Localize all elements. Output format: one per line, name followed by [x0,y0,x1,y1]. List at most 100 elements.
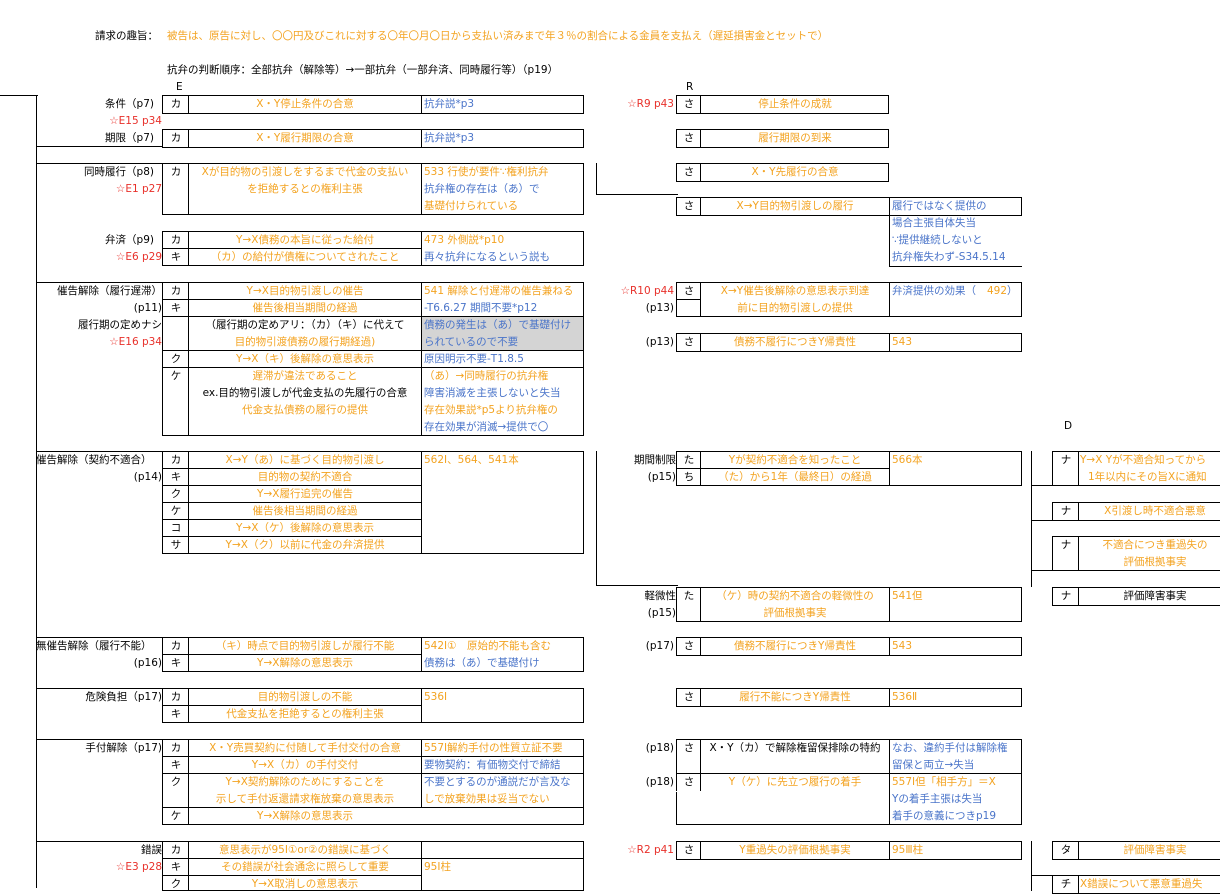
cell-s5-f1: Y→X目的物引渡しの催告 [246,285,364,297]
cell-s5-name: 催告解除（履行遅滞） [57,285,162,297]
cell-s1-rk: さ [683,98,695,110]
cell-s9-k1: カ [170,742,182,754]
cell-s1-ref: ☆E15 p34 [109,115,162,127]
cell-s7-n1: 542Ⅰ① 原始的不能も含む [424,640,552,652]
judgment-order-text: 抗弁の判断順序：全部抗弁（解除等）→一部抗弁（一部弁済、同時履行等）（p19） [167,64,559,76]
cell-s6-rname: 期間制限 [634,454,676,466]
cell-s5-k2: キ [170,302,182,314]
cell-s10-rn: 95Ⅲ柱 [892,844,924,856]
cell-s9-k2: キ [170,759,182,771]
cell-s6-rf1: Yが契約不適合を知ったこと [728,454,862,466]
cell-s6-dk1: ナ [1060,454,1072,466]
cell-s1-rf: 停止条件の成就 [758,98,832,110]
cell-s6-f2: 目的物の契約不適合 [257,471,353,483]
cell-s9-rn3: 557Ⅰ但「相手方」＝X [892,776,996,788]
cell-s6-n1: 562Ⅰ、564、541本 [424,454,519,466]
cell-s7-f1: （キ）時点で目的物引渡しが履行不能 [215,640,395,652]
cell-s7-f2: Y→X解除の意思表示 [257,657,353,669]
cell-s3-n1b: 抗弁権の存在は（あ）で [424,183,540,195]
cell-s8-k2: キ [170,708,182,720]
cell-s10-k3: ク [170,878,182,890]
cell-s5-k5: ケ [170,370,182,382]
cell-s5-rk2: さ [683,336,695,348]
cell-s3-ref: ☆E1 p27 [115,183,162,195]
cell-s5-rf2: 前に目的物引渡しの提供 [737,302,853,314]
cell-s9-rf1: X・Y（カ）で解除権留保排除の特約 [709,742,881,754]
cell-s7-k2: キ [170,657,182,669]
cell-s10-df1: 評価障害事実 [1123,844,1187,856]
cell-s5-k4: ク [170,353,182,365]
cell-s5-n3: 債務の発生は（あ）で基礎付け [424,319,571,331]
cell-s9-f2: Y→X（カ）の手付交付 [251,759,359,771]
cell-s4-f2: （カ）の給付が債権についてされたこと [210,251,400,263]
cell-s6-f4: 催告後相当期間の経過 [252,505,358,517]
cell-s8-name: 危険負担（p17) [85,691,162,703]
cell-s6-df4: 評価障害事実 [1123,590,1187,602]
cell-s1-n1: 抗弁説*p3 [424,98,475,110]
cell-s9-f3b: 示して手付返還請求権放棄の意思表示 [215,793,395,805]
cell-s5-f5a: 遅滞が違法であること [252,370,358,382]
cell-s5-f2: 催告後相当期間の経過 [252,302,358,314]
cell-s6-rn2: 541但 [892,590,923,602]
cell-s6-dk3: ナ [1060,539,1072,551]
cell-s5-f4: Y→X（キ）後解除の意思表示 [236,353,374,365]
cell-s6-rname2: 軽微性 [644,590,677,602]
cell-s9-n3: 不要とするのが通説だが言及な [424,776,571,788]
cell-s5-n8: 存在効果説*p5より抗弁権の [424,404,558,416]
cell-s6-name: 催告解除（契約不適合） [36,454,152,466]
cell-s1-name: 条件（p7) [105,98,154,110]
cell-s10-k1: カ [170,844,182,856]
cell-s7-k1: カ [170,640,182,652]
cell-s7-n2: 債務は（あ）で基礎付け [424,657,540,669]
cell-s5-f5c: 代金支払債務の履行の提供 [242,404,368,416]
cell-s10-f1: 意思表示が95Ⅰ①or②の錯誤に基づく [218,844,392,856]
cell-s3-k1: カ [170,166,182,178]
cell-s4-n2: 再々抗弁になるという説も [424,251,550,263]
cell-s6-rp: (p15) [647,471,676,483]
cell-s6-df1b: 1年以内にその旨Xに通知 [1088,471,1207,483]
cell-s10-f3: Y→X取消しの意思表示 [251,878,359,890]
cell-s5-n5: 原因明示不要-T1.8.5 [424,353,524,365]
cell-s5-p: (p11) [133,302,162,314]
cell-s4-n1: 473 外側説*p10 [424,234,505,246]
cell-s6-k5: コ [170,522,182,534]
cell-s5-f5b: ex.目的物引渡しが代金支払の先履行の合意 [202,387,408,399]
cell-s8-f2: 代金支払を拒絶するとの権利主張 [226,708,384,720]
cell-s5-rk: さ [683,285,695,297]
cell-s6-df1a: Y→X Yが不適合知ってから [1080,454,1207,466]
cell-s3-rf: X・Y先履行の合意 [751,166,839,178]
cell-s6-p: (p14) [133,471,162,483]
cell-s9-rn2: 留保と両立→失当 [892,759,975,771]
cell-s6-rf3b: 評価根拠事実 [763,607,827,619]
cell-s2-name: 期限（p7) [105,132,154,144]
cell-s7-rp: (p17) [645,640,674,652]
claim-text: 被告は、原告に対し、〇〇円及びこれに対する〇年〇月〇日から支払い済みまで年３％の… [167,30,829,42]
cell-s6-rf2: （た）から1年（最終日）の経過 [718,471,872,483]
cell-s2-rk: さ [683,132,695,144]
cell-s5-rp2: (p13) [645,336,674,348]
cell-s5-n6: （あ）→同時履行の抗弁権 [424,370,549,382]
cell-s6-f3: Y→X履行追完の催告 [257,488,353,500]
cell-s3-rn4: 抗弁権失わず-S34.5.14 [892,251,1006,263]
cell-s4-k2: キ [170,251,182,263]
cell-s10-rk: さ [683,844,695,856]
cell-s10-rf: Y重過失の評価根拠事実 [739,844,851,856]
cell-s2-n1: 抗弁説*p3 [424,132,475,144]
cell-s9-n2: 要物契約：有価物交付で締結 [424,759,561,771]
cell-s6-rp2: (p15) [647,607,676,619]
cell-s7-rk: さ [683,640,695,652]
cell-s3-name: 同時履行（p8) [84,166,154,178]
column-e-label: E [176,81,183,93]
cell-s9-f1: X・Y売買契約に付随して手付交付の合意 [209,742,401,754]
cell-s5-ref: ☆E16 p34 [109,336,162,348]
cell-s6-k4: ケ [170,505,182,517]
cell-s3-rf2: X→Y目的物引渡しの履行 [736,200,854,212]
cell-s10-dk1: タ [1060,844,1072,856]
cell-s5-f3b: 目的物引渡債務の履行期経過) [234,336,376,348]
cell-s5-rref: ☆R10 p44 [620,285,674,297]
cell-s2-rf: 履行期限の到来 [758,132,832,144]
cell-s7-rn: 543 [892,640,913,652]
cell-s9-name: 手付解除（p17) [85,742,162,754]
cell-s8-rk: さ [683,691,695,703]
cell-s8-f1: 目的物引渡しの不能 [257,691,353,703]
